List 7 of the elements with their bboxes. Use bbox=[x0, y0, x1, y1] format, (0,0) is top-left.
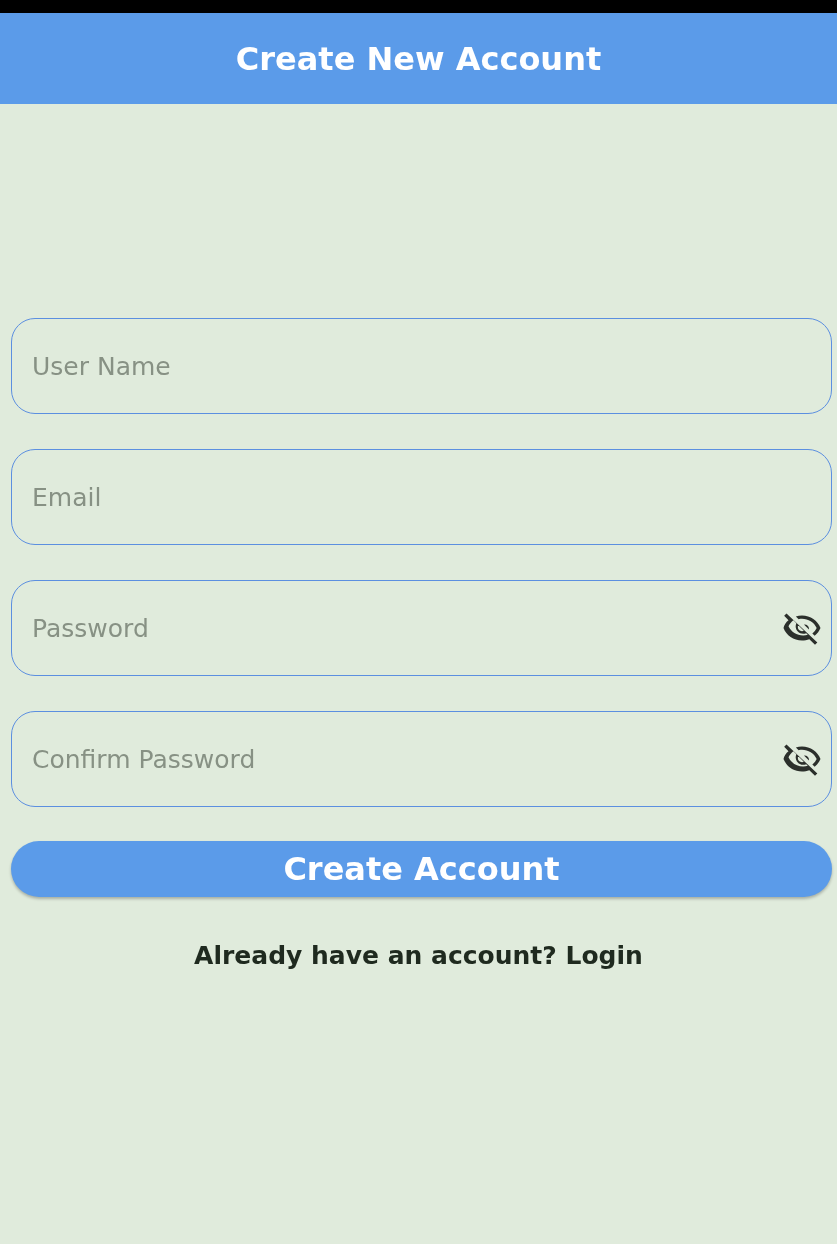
login-prompt: Already have an account? Login bbox=[194, 941, 643, 970]
password-field[interactable]: Confirm Password bbox=[11, 711, 832, 807]
login-link[interactable]: Login bbox=[565, 941, 643, 970]
input-field[interactable]: Email bbox=[11, 449, 832, 545]
page-title: Create New Account bbox=[235, 39, 602, 78]
input-field[interactable]: User Name bbox=[11, 318, 832, 414]
password-field[interactable]: Password bbox=[11, 580, 832, 676]
